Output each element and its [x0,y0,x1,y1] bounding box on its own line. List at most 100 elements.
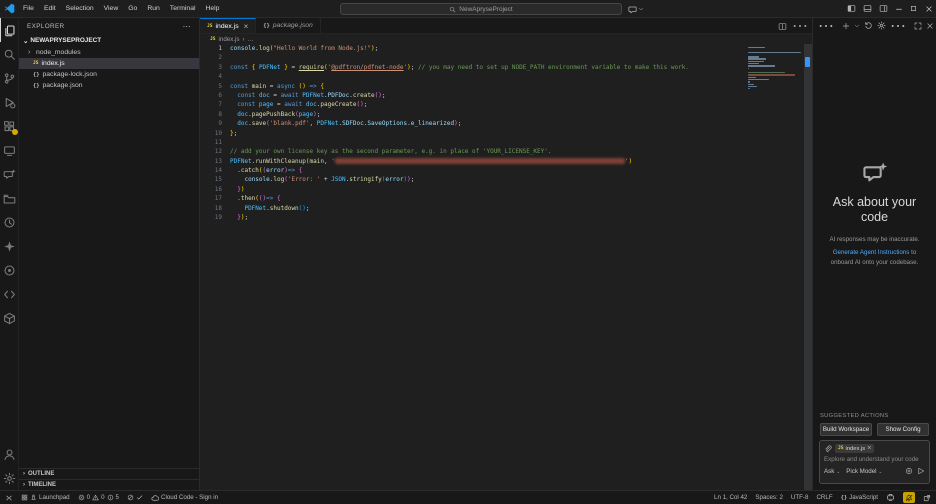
explorer-more-actions-icon[interactable]: ⋯ [183,22,191,31]
toggle-panel-icon[interactable] [859,0,875,17]
ports-icon[interactable] [886,493,895,502]
code-editor[interactable]: 1console.log("Hello World from Node.js!"… [200,44,812,490]
activity-run-debug-icon[interactable] [0,90,19,114]
menu-file[interactable]: File [18,0,39,17]
menu-terminal[interactable]: Terminal [165,0,201,17]
attach-context-icon[interactable] [824,445,832,453]
cloud-code-signin[interactable]: Cloud Code - Sign in [151,494,218,502]
activity-settings-icon[interactable] [0,466,19,490]
eol-sequence[interactable]: CRLF [816,494,832,501]
close-panel-icon[interactable] [926,22,934,30]
send-message-icon[interactable] [917,467,925,475]
toggle-secondary-sidebar-icon[interactable] [875,0,891,17]
chevron-down-icon[interactable] [854,23,860,29]
code-line-5[interactable]: 5const main = async () => { [200,82,812,91]
minimap[interactable] [748,47,802,90]
expand-panel-icon[interactable] [914,22,922,30]
cursor-position[interactable]: Ln 1, Col 42 [714,494,747,501]
chat-history-icon[interactable] [864,21,873,30]
scrollbar-thumb[interactable] [805,57,810,67]
chat-input-placeholder[interactable]: Explore and understand your code [824,456,925,463]
activity-chat-sparkle-icon[interactable] [0,162,19,186]
menu-help[interactable]: Help [200,0,224,17]
menu-go[interactable]: Go [123,0,142,17]
panel-more-actions-icon[interactable]: ⋯ [890,16,906,36]
activity-extensions-icon[interactable] [0,114,19,138]
new-chat-icon[interactable] [842,22,850,30]
attached-file-chip[interactable]: JS index.js × [835,444,874,453]
file-index.js[interactable]: JSindex.js [19,58,199,69]
code-line-8[interactable]: 8 doc.pagePushBack(page); [200,110,812,119]
code-line-1[interactable]: 1console.log("Hello World from Node.js!"… [200,44,812,53]
activity-source-control-icon[interactable] [0,66,19,90]
activity-explorer-icon[interactable] [0,18,19,42]
project-root-row[interactable]: ⌄ NEWAPRYSEPROJECT [19,34,199,47]
code-line-4[interactable]: 4 [200,72,812,81]
model-picker-dropdown[interactable]: Pick Model ⌄ [846,468,882,475]
activity-package-cube-icon[interactable] [0,306,19,330]
generate-agent-instructions-link[interactable]: Generate Agent Instructions [833,249,910,256]
menu-selection[interactable]: Selection [61,0,99,17]
copilot-menu-button[interactable] [628,3,644,15]
section-outline[interactable]: ›OUTLINE [19,468,199,479]
breadcrumb[interactable]: JS index.js › … [200,34,812,44]
encoding[interactable]: UTF-8 [791,494,809,501]
chat-settings-icon[interactable] [877,21,886,30]
code-line-6[interactable]: 6 const doc = await PDFNet.PDFDoc.create… [200,91,812,100]
code-line-15[interactable]: 15 console.log('Error: ' + JSON.stringif… [200,175,812,184]
editor-scrollbar[interactable] [804,44,812,490]
chat-input-box[interactable]: JS index.js × Explore and understand you… [819,440,930,484]
remote-indicator[interactable] [5,494,13,502]
code-line-17[interactable]: 17 .then(()=> { [200,194,812,203]
file-node_modules[interactable]: ›node_modules [19,47,199,58]
activity-gemini-sparkle-icon[interactable] [0,234,19,258]
code-line-19[interactable]: 19 }); [200,213,812,222]
code-line-13[interactable]: 13PDFNet.runWithCleanup(main, '') [200,157,812,166]
activity-gear-circle-icon[interactable] [0,258,19,282]
code-line-14[interactable]: 14 .catch((error)=> { [200,166,812,175]
toggle-sidebar-icon[interactable] [843,0,859,17]
code-line-11[interactable]: 11 [200,138,812,147]
menu-edit[interactable]: Edit [39,0,61,17]
tab-index.js[interactable]: JSindex.js× [200,18,256,33]
maximize-button[interactable] [906,0,921,17]
build-workspace-button[interactable]: Build Workspace [820,423,872,436]
show-config-button[interactable]: Show Config [877,423,929,436]
external-window-icon[interactable] [923,494,931,502]
code-line-18[interactable]: 18 PDFNet.shutdown(); [200,204,812,213]
activity-history-clock-icon[interactable] [0,210,19,234]
code-line-9[interactable]: 9 doc.save('blank.pdf', PDFNet.SDFDoc.Sa… [200,119,812,128]
file-package-lock.json[interactable]: {}package-lock.json [19,69,199,80]
command-center[interactable]: NewApryseProject [340,3,622,15]
menu-view[interactable]: View [99,0,124,17]
file-package.json[interactable]: {}package.json [19,80,199,91]
code-line-16[interactable]: 16 }) [200,185,812,194]
language-mode[interactable]: {} JavaScript [841,494,878,501]
menu-run[interactable]: Run [142,0,164,17]
split-editor-icon[interactable] [778,22,787,31]
chat-mode-dropdown[interactable]: Ask ⌄ [824,468,840,475]
activity-remote-explorer-icon[interactable] [0,138,19,162]
activity-search-icon[interactable] [0,42,19,66]
launchpad-button[interactable]: Launchpad [21,494,70,501]
code-line-7[interactable]: 7 const page = await doc.pageCreate(); [200,100,812,109]
code-line-10[interactable]: 10}; [200,129,812,138]
close-tab-icon[interactable]: × [244,22,249,31]
remove-attachment-icon[interactable]: × [867,445,871,452]
section-timeline[interactable]: ›TIMELINE [19,479,199,490]
code-line-12[interactable]: 12// add your own license key as the sec… [200,147,812,156]
voice-input-icon[interactable] [905,467,913,475]
panel-more-icon[interactable]: ⋯ [818,16,834,36]
editor-more-actions-icon[interactable]: ⋯ [792,16,808,36]
tab-package.json[interactable]: {}package.json [256,18,321,33]
code-line-3[interactable]: 3const { PDFNet } = require('@pdftron/pd… [200,63,812,72]
activity-account-icon[interactable] [0,442,19,466]
activity-code-brackets-icon[interactable] [0,282,19,306]
checks-status[interactable] [127,494,143,501]
indentation[interactable]: Spaces: 2 [755,494,783,501]
close-window-button[interactable] [921,0,936,17]
activity-folder-library-icon[interactable] [0,186,19,210]
problems-button[interactable]: 0 0 5 [78,494,119,501]
assist-warning-icon[interactable] [903,492,915,503]
minimize-button[interactable] [891,0,906,17]
